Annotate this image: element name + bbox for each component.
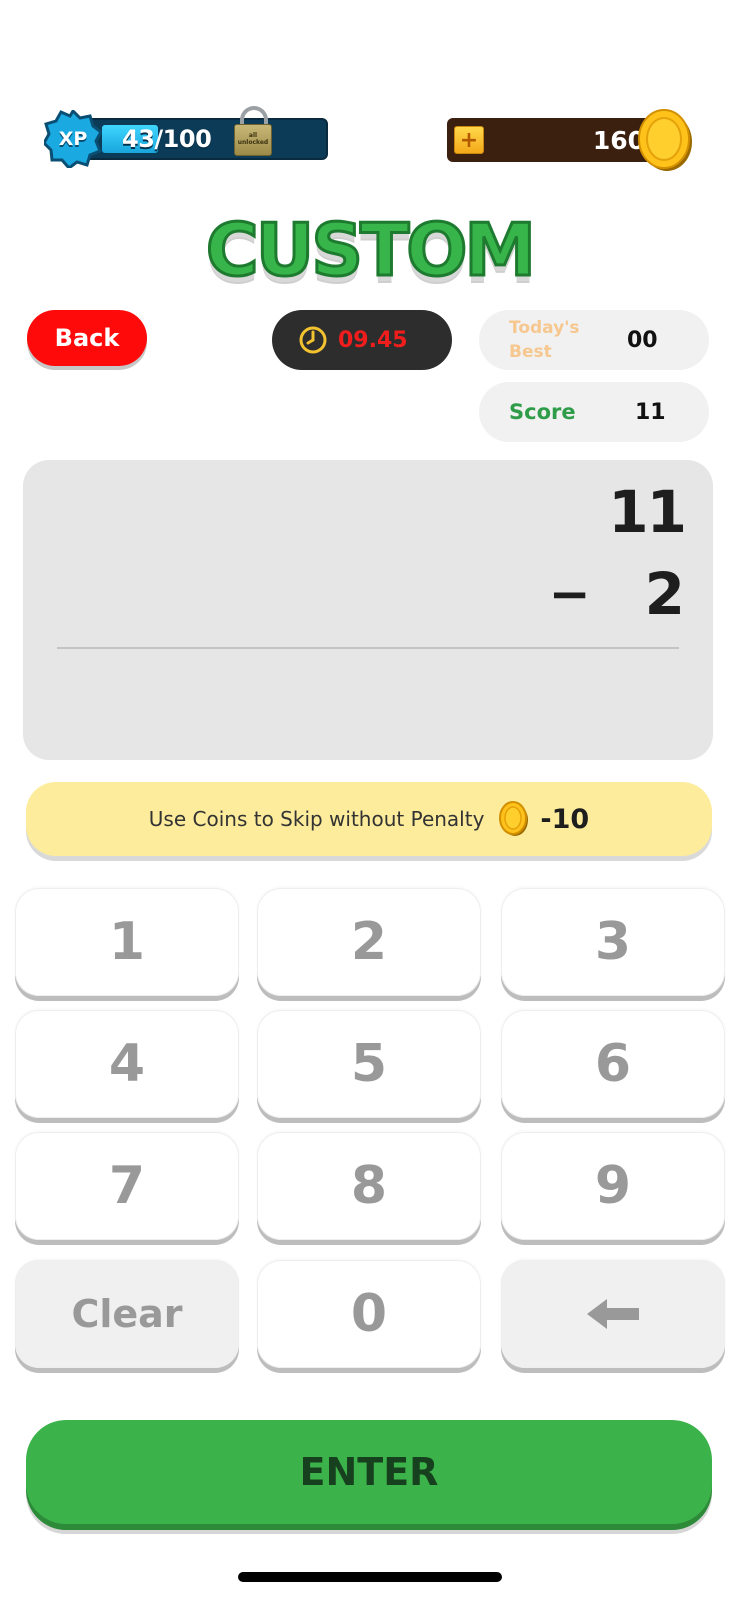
timer-value: 09.45 (338, 327, 408, 353)
lock-label: all unlocked (237, 132, 269, 146)
skip-label: Use Coins to Skip without Penalty (148, 807, 485, 831)
timer: 09.45 (272, 310, 452, 370)
coin-icon (499, 801, 529, 836)
operand-row: − 2 (549, 560, 685, 628)
operand-2: 2 (644, 560, 685, 628)
clock-icon (299, 326, 327, 354)
score: Score 11 (479, 382, 709, 442)
xp-progress: XP 43/100 all unlocked (44, 106, 328, 170)
key-6[interactable]: 6 (501, 1010, 725, 1118)
operand-1: 11 (608, 478, 687, 546)
coin-icon (638, 109, 692, 171)
score-value: 11 (635, 399, 666, 425)
back-button[interactable]: Back (27, 310, 147, 366)
lock-icon: all unlocked (234, 106, 274, 158)
left-arrow-icon (587, 1299, 639, 1329)
answer-divider (57, 647, 679, 649)
problem-card: 11 − 2 (23, 460, 713, 760)
score-label: Score (509, 400, 576, 424)
add-coins-button[interactable]: + (454, 126, 484, 154)
todays-best: Today's Best 00 (479, 310, 709, 370)
key-3[interactable]: 3 (501, 888, 725, 996)
todays-best-label: Today's Best (509, 318, 580, 362)
key-2[interactable]: 2 (257, 888, 481, 996)
page-title: CUSTOM (204, 207, 537, 294)
todays-best-value: 00 (627, 327, 658, 353)
skip-cost: -10 (540, 803, 590, 835)
key-1[interactable]: 1 (15, 888, 239, 996)
key-0[interactable]: 0 (257, 1260, 481, 1368)
xp-badge-label: XP (58, 128, 88, 150)
key-5[interactable]: 5 (257, 1010, 481, 1118)
clear-button[interactable]: Clear (15, 1260, 239, 1368)
xp-value: 43/100 (122, 125, 212, 153)
backspace-button[interactable] (501, 1260, 725, 1368)
key-7[interactable]: 7 (15, 1132, 239, 1240)
coin-balance: + 160 (447, 108, 693, 174)
key-4[interactable]: 4 (15, 1010, 239, 1118)
home-indicator (238, 1572, 502, 1582)
operator: − (548, 565, 591, 623)
enter-button[interactable]: ENTER (26, 1420, 712, 1524)
key-9[interactable]: 9 (501, 1132, 725, 1240)
skip-button[interactable]: Use Coins to Skip without Penalty -10 (26, 782, 712, 856)
key-8[interactable]: 8 (257, 1132, 481, 1240)
